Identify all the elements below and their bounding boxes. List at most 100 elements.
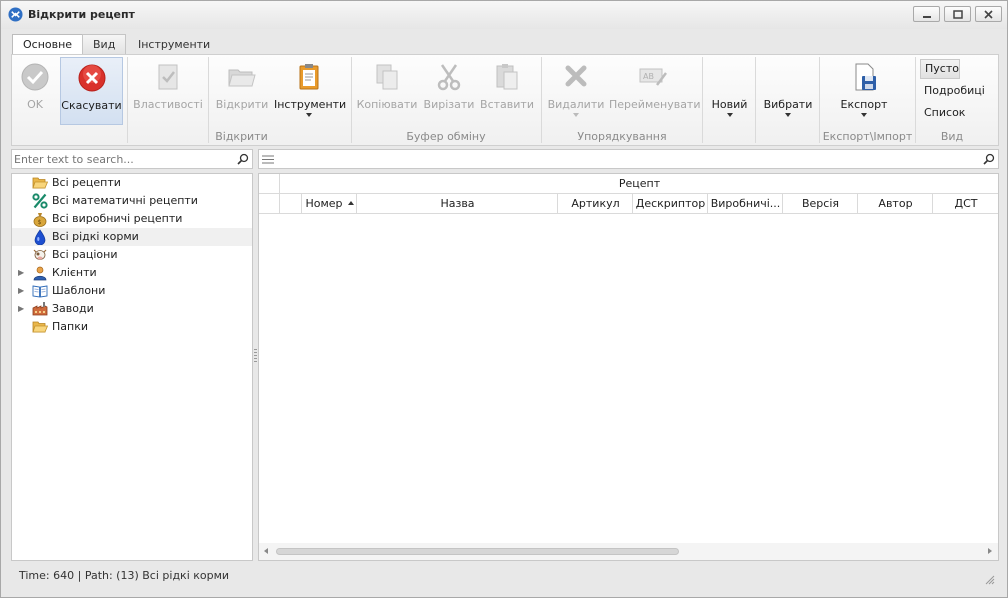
tools-button[interactable]: Інструменти [274,57,347,125]
column-header-version[interactable]: Версія [784,194,858,214]
horizontal-scrollbar[interactable] [259,543,998,560]
view-option-list[interactable]: Список [920,103,969,123]
scrollbar-thumb[interactable] [276,548,679,555]
export-label: Експорт [840,98,888,111]
group-label-open: Відкрити [215,130,268,143]
column-header-dst[interactable]: ДСТ [934,194,998,214]
expand-arrow-icon[interactable]: ▶ [18,282,24,300]
tree-item[interactable]: Папки [12,318,252,336]
recipe-tree: Всі рецепти Всі математичні рецепти $ Вс… [11,173,253,561]
factory-icon [32,302,48,316]
chevron-down-icon [785,113,791,117]
ok-label: OK [27,98,43,111]
tab-tools[interactable]: Інструменти [127,34,221,55]
grid-column-headers: Номер Назва Артикул Дескриптор Виробничі… [259,194,998,214]
column-header-number[interactable]: Номер [303,194,357,214]
copy-icon [376,64,398,90]
tree-item-label: Шаблони [52,284,106,297]
column-header-article[interactable]: Артикул [559,194,633,214]
group-label-export-import: Експорт\Імпорт [822,130,913,143]
scissors-icon [437,64,461,91]
expand-arrow-icon[interactable]: ▶ [18,264,24,282]
minimize-button[interactable] [913,6,940,22]
cancel-circle-icon [78,64,105,92]
export-disk-icon [855,63,876,91]
export-button[interactable]: Експорт [824,57,904,125]
band-indicator-cell [259,174,280,194]
tree-search-input[interactable] [14,151,234,167]
tree-item[interactable]: Всі рецепти [12,174,252,192]
tree-item[interactable]: Всі математичні рецепти [12,192,252,210]
new-button[interactable]: Новий [707,57,752,125]
expand-arrow-icon[interactable]: ▶ [18,300,24,318]
properties-icon [158,64,178,90]
tree-item[interactable]: $ Всі виробничі рецепти [12,210,252,228]
tree-item[interactable]: ▶ Шаблони [12,282,252,300]
svg-text:$: $ [38,219,42,226]
paste-icon [496,64,518,90]
column-header-author[interactable]: Автор [859,194,933,214]
tab-view[interactable]: Вид [82,34,127,55]
chevron-down-icon [306,113,312,117]
grid-search-input[interactable] [279,151,979,167]
properties-label: Властивості [133,98,203,111]
copy-label: Копіювати [356,98,418,111]
cancel-label: Скасувати [61,99,122,112]
select-label: Вибрати [763,98,813,111]
group-separator [127,57,128,143]
ok-button[interactable]: OK [13,57,57,125]
chevron-down-icon [726,113,733,117]
column-header-name[interactable]: Назва [358,194,558,214]
grid-band-row: Рецепт [259,174,998,194]
view-option-details[interactable]: Подробиці [920,81,989,101]
delete-x-icon [565,65,587,87]
window-title: Відкрити рецепт [28,8,135,21]
rename-label: Перейменувати [609,98,701,111]
select-button[interactable]: Вибрати [760,57,816,125]
scroll-right-icon[interactable] [988,548,992,554]
close-window-button[interactable] [975,6,1002,22]
tree-item-selected[interactable]: Всі рідкі корми [12,228,252,246]
svg-text:AB: AB [643,72,654,81]
paste-button[interactable]: Вставити [479,57,535,125]
search-icon[interactable] [983,153,995,165]
scroll-left-icon[interactable] [264,548,268,554]
tab-main[interactable]: Основне [12,34,84,56]
resize-grip-icon[interactable] [983,573,995,585]
menu-lines-icon[interactable] [262,155,274,164]
delete-label: Видалити [547,98,605,111]
view-option-empty[interactable]: Пусто [920,59,960,79]
tree-item[interactable]: Всі раціони [12,246,252,264]
tools-label: Інструменти [274,98,347,111]
copy-button[interactable]: Копіювати [356,57,418,125]
search-icon[interactable] [237,153,249,165]
tree-item-label: Всі рідкі корми [52,230,139,243]
maximize-button[interactable] [944,6,971,22]
cut-label: Вирізати [423,98,475,111]
tree-item-label: Клієнти [52,266,97,279]
grid-band-header: Рецепт [618,177,661,190]
delete-button[interactable]: Видалити [546,57,606,125]
properties-button[interactable]: Властивості [133,57,203,125]
cancel-button[interactable]: Скасувати [60,57,123,125]
column-header-descriptor[interactable]: Дескриптор [634,194,708,214]
group-label-clipboard: Буфер обміну [406,130,486,143]
check-circle-icon [21,63,49,91]
tree-item-label: Папки [52,320,88,333]
splitter-grip-icon [254,349,257,363]
money-bag-icon: $ [33,213,47,227]
tree-item[interactable]: ▶ Клієнти [12,264,252,282]
tree-item-label: Всі математичні рецепти [52,194,198,207]
group-label-arrange: Упорядкування [577,130,667,143]
column-header-production[interactable]: Виробничі... [709,194,783,214]
cut-button[interactable]: Вирізати [423,57,475,125]
rename-button[interactable]: AB Перейменувати [609,57,701,125]
tree-item[interactable]: ▶ Заводи [12,300,252,318]
open-button[interactable]: Відкрити [214,57,270,125]
maximize-icon [953,10,963,19]
water-drop-icon [34,229,46,245]
new-label: Новий [711,98,748,111]
folder-open-icon [32,177,48,189]
close-icon [984,10,993,19]
app-logo-icon [8,7,23,22]
